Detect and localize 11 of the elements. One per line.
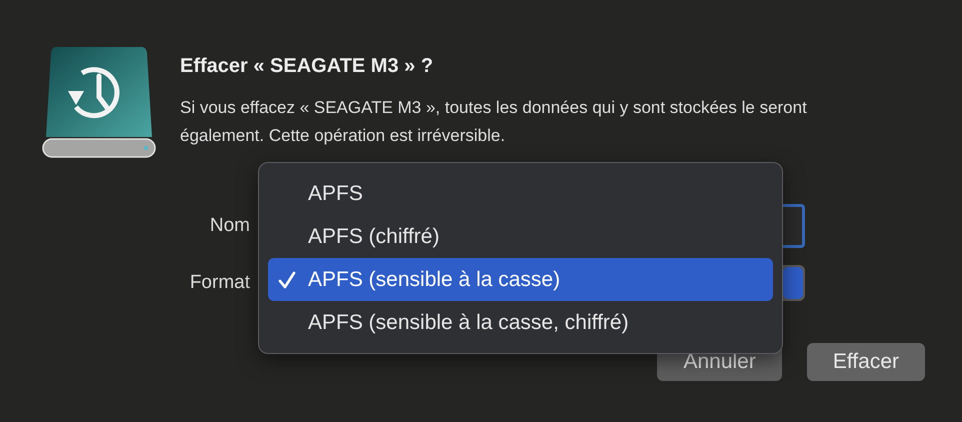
- menu-item[interactable]: APFS (sensible à la casse, chiffré): [268, 301, 773, 344]
- menu-item[interactable]: APFS (chiffré): [268, 215, 773, 258]
- dialog-message: Si vous effacez « SEAGATE M3 », toutes les données qui y sont stockées le seront également. Cette opération est irréversible.: [180, 97, 808, 147]
- dialog-title: Effacer « SEAGATE M3 » ?: [180, 55, 434, 78]
- field-label: Nom: [208, 215, 251, 237]
- menu-item[interactable]: APFS (sensible à la casse): [268, 258, 773, 301]
- check-icon: [278, 270, 296, 290]
- dialog-button[interactable]: Effacer: [806, 343, 925, 381]
- menu-item[interactable]: APFS: [268, 172, 773, 215]
- drive-icon: [42, 45, 156, 159]
- field-label: Format: [188, 272, 251, 294]
